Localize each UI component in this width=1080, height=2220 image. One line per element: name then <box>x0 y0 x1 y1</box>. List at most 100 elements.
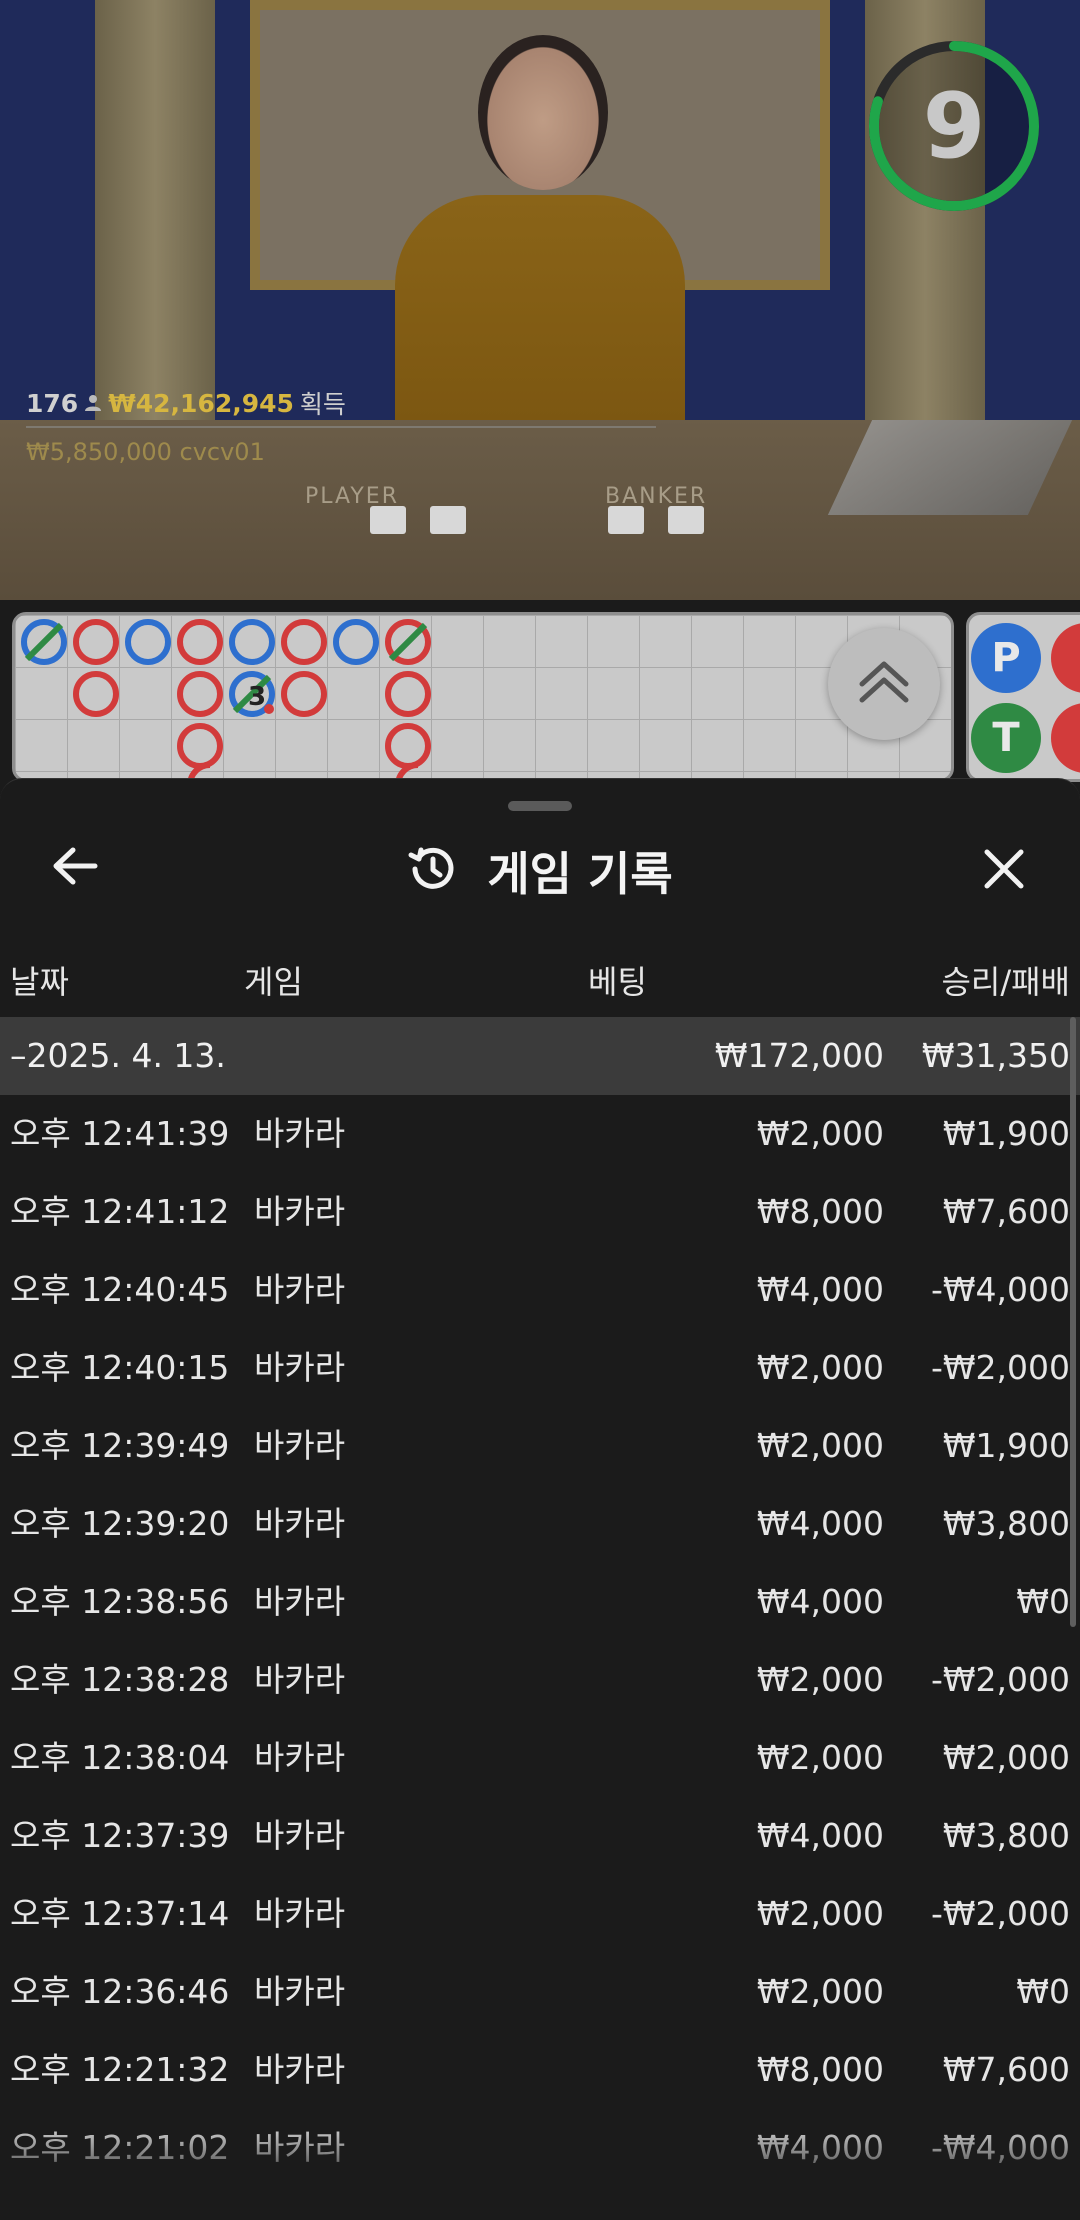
row-bet: ₩4,000 <box>756 1816 884 1855</box>
row-bet: ₩8,000 <box>756 2050 884 2089</box>
row-game: 바카라 <box>254 1426 346 1465</box>
row-time: 오후 12:39:20 <box>10 1504 230 1543</box>
history-row[interactable]: 오후 12:41:12 바카라 ₩8,000 ₩7,600 <box>0 1173 1080 1251</box>
row-result: -₩2,000 <box>930 1894 1070 1933</box>
history-row[interactable]: 오후 12:37:39 바카라 ₩4,000 ₩3,800 <box>0 1797 1080 1875</box>
win-label: 획득 <box>299 390 346 419</box>
bet-statistics-panel: P T <box>966 612 1080 782</box>
tie-bead: T <box>971 703 1041 773</box>
row-bet: ₩2,000 <box>756 1114 884 1153</box>
dealer-body <box>395 195 685 455</box>
row-bet: ₩2,000 <box>756 1348 884 1387</box>
history-row[interactable]: 오후 12:39:49 바카라 ₩2,000 ₩1,900 <box>0 1407 1080 1485</box>
history-row[interactable]: 오후 12:40:15 바카라 ₩2,000 -₩2,000 <box>0 1329 1080 1407</box>
banker-bead <box>1051 703 1080 773</box>
svg-text:3: 3 <box>248 682 266 712</box>
player-bead: P <box>971 623 1041 693</box>
row-result: ₩1,900 <box>942 1426 1070 1465</box>
list-scrollbar[interactable] <box>1070 1017 1076 1627</box>
row-result: ₩0 <box>1016 1972 1070 2011</box>
date-group-bet-total: ₩172,000 <box>714 1036 884 1075</box>
game-history-sheet: 게임 기록 날짜 게임 베팅 승리/패배 –2025. 4. 13. ₩172,… <box>0 778 1080 2220</box>
row-bet: ₩4,000 <box>756 1504 884 1543</box>
row-bet: ₩2,000 <box>756 1972 884 2011</box>
banker-bead <box>1051 623 1080 693</box>
history-row[interactable]: 오후 12:38:56 바카라 ₩4,000 ₩0 <box>0 1563 1080 1641</box>
live-video: PLAYER BANKER 9 176 ₩42,162,945 획득 ₩5,85… <box>0 0 1080 600</box>
history-row[interactable]: 오후 12:38:04 바카라 ₩2,000 ₩2,000 <box>0 1719 1080 1797</box>
row-game: 바카라 <box>254 2050 346 2089</box>
person-icon <box>84 389 102 418</box>
row-game: 바카라 <box>254 1816 346 1855</box>
banker-card <box>668 506 704 534</box>
row-time: 오후 12:38:56 <box>10 1582 230 1621</box>
row-result: ₩1,900 <box>942 1114 1070 1153</box>
row-time: 오후 12:40:15 <box>10 1348 230 1387</box>
row-game: 바카라 <box>254 1894 346 1933</box>
row-time: 오후 12:40:45 <box>10 1270 230 1309</box>
row-game: 바카라 <box>254 1114 346 1153</box>
row-bet: ₩4,000 <box>756 1582 884 1621</box>
row-result: -₩2,000 <box>930 1348 1070 1387</box>
history-row[interactable]: 오후 12:21:32 바카라 ₩8,000 ₩7,600 <box>0 2031 1080 2109</box>
history-icon <box>407 843 459 899</box>
row-result: ₩2,000 <box>942 1738 1070 1777</box>
top-winner: ₩5,850,000 cvcv01 <box>26 438 265 466</box>
row-bet: ₩2,000 <box>756 1738 884 1777</box>
row-bet: ₩4,000 <box>756 1270 884 1309</box>
history-row[interactable]: 오후 12:39:20 바카라 ₩4,000 ₩3,800 <box>0 1485 1080 1563</box>
player-card <box>430 506 466 534</box>
row-bet: ₩2,000 <box>756 1426 884 1465</box>
column-header-winloss: 승리/패배 <box>941 963 1070 1001</box>
row-result: ₩7,600 <box>942 2050 1070 2089</box>
drag-handle[interactable] <box>508 801 572 811</box>
close-button[interactable] <box>972 839 1036 903</box>
row-time: 오후 12:41:12 <box>10 1192 230 1231</box>
row-time: 오후 12:21:02 <box>10 2128 230 2167</box>
banker-card <box>608 506 644 534</box>
row-result: ₩3,800 <box>942 1816 1070 1855</box>
row-time: 오후 12:37:14 <box>10 1894 230 1933</box>
win-separator <box>26 426 656 428</box>
row-game: 바카라 <box>254 1972 346 2011</box>
history-row[interactable]: 오후 12:38:28 바카라 ₩2,000 -₩2,000 <box>0 1641 1080 1719</box>
pillar-left <box>95 0 215 420</box>
date-group-row[interactable]: –2025. 4. 13. ₩172,000 ₩31,350 <box>0 1017 1080 1095</box>
row-time: 오후 12:38:04 <box>10 1738 230 1777</box>
row-game: 바카라 <box>254 2128 346 2167</box>
road-marks: 3 <box>21 619 431 779</box>
date-group-win-total: ₩31,350 <box>921 1036 1070 1075</box>
row-game: 바카라 <box>254 1660 346 1699</box>
date-group-label: –2025. 4. 13. <box>10 1036 226 1075</box>
screen: PLAYER BANKER 9 176 ₩42,162,945 획득 ₩5,85… <box>0 0 1080 2220</box>
countdown-number: 9 <box>922 73 986 179</box>
big-road-scoreboard[interactable]: 3 <box>12 612 954 782</box>
row-time: 오후 12:36:46 <box>10 1972 230 2011</box>
column-header-date: 날짜 <box>10 963 69 1001</box>
row-game: 바카라 <box>254 1270 346 1309</box>
history-row[interactable]: 오후 12:36:46 바카라 ₩2,000 ₩0 <box>0 1953 1080 2031</box>
row-game: 바카라 <box>254 1348 346 1387</box>
history-row[interactable]: 오후 12:41:39 바카라 ₩2,000 ₩1,900 <box>0 1095 1080 1173</box>
winner-count: 176 <box>26 388 79 418</box>
history-row[interactable]: 오후 12:21:02 바카라 ₩4,000 -₩4,000 <box>0 2109 1080 2187</box>
row-time: 오후 12:39:49 <box>10 1426 230 1465</box>
expand-road-button[interactable] <box>828 628 940 740</box>
row-time: 오후 12:37:39 <box>10 1816 230 1855</box>
row-bet: ₩8,000 <box>756 1192 884 1231</box>
column-header-game: 게임 <box>244 963 303 1001</box>
row-result: -₩4,000 <box>930 1270 1070 1309</box>
winner-amount: ₩42,162,945 <box>108 388 294 418</box>
history-row[interactable]: 오후 12:40:45 바카라 ₩4,000 -₩4,000 <box>0 1251 1080 1329</box>
close-icon <box>982 847 1026 895</box>
row-result: ₩0 <box>1016 1582 1070 1621</box>
row-result: ₩3,800 <box>942 1504 1070 1543</box>
sheet-title: 게임 기록 <box>487 847 673 901</box>
row-time: 오후 12:41:39 <box>10 1114 230 1153</box>
dealer-head <box>478 35 608 190</box>
row-game: 바카라 <box>254 1504 346 1543</box>
row-time: 오후 12:38:28 <box>10 1660 230 1699</box>
column-header-bet: 베팅 <box>588 963 647 1001</box>
row-game: 바카라 <box>254 1582 346 1621</box>
history-row[interactable]: 오후 12:37:14 바카라 ₩2,000 -₩2,000 <box>0 1875 1080 1953</box>
